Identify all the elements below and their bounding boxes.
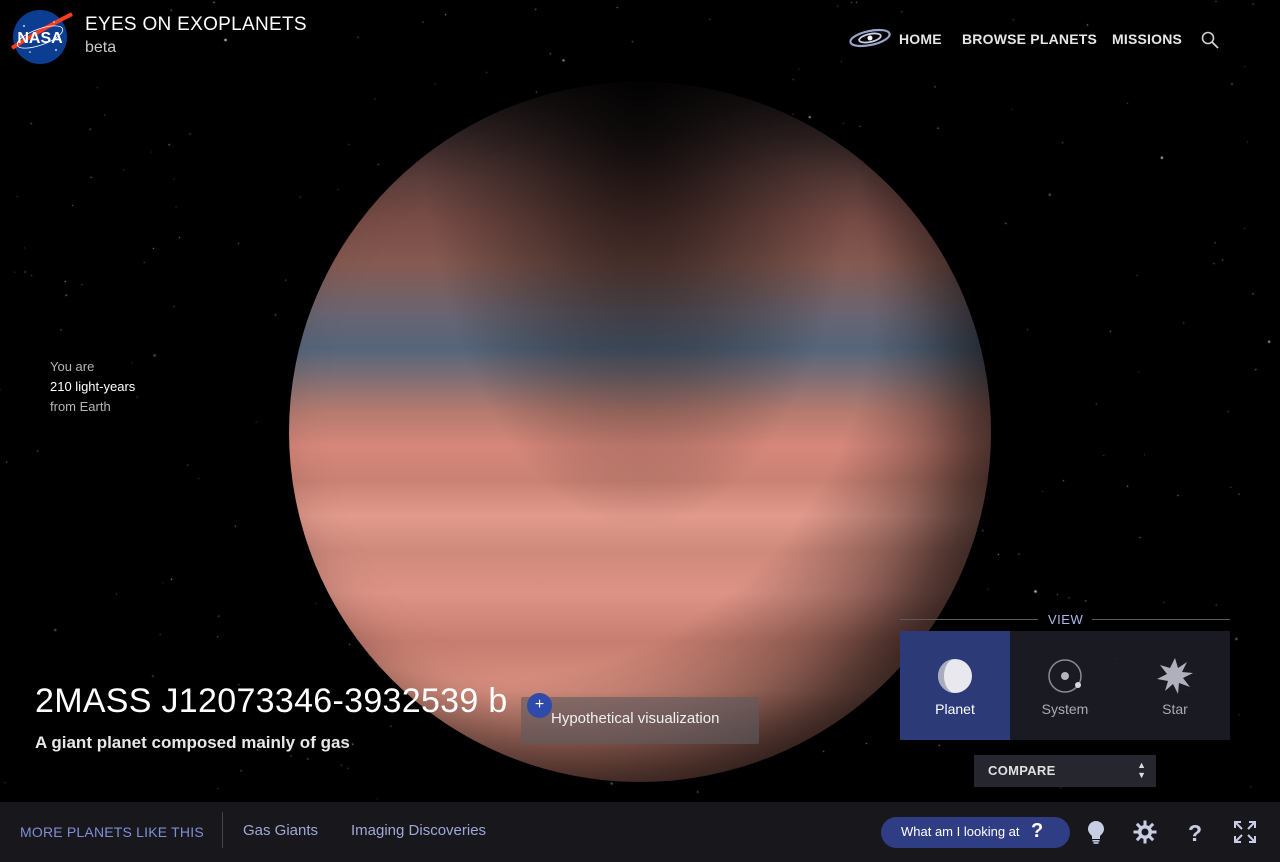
planet-name: 2MASS J12073346-3932539 b (35, 682, 508, 720)
lightbulb-icon[interactable] (1084, 820, 1108, 844)
planet-visualization[interactable] (289, 82, 991, 782)
what-am-i-looking-at-button[interactable]: What am I looking at ? (881, 817, 1070, 848)
category-imaging-discoveries[interactable]: Imaging Discoveries (351, 822, 486, 839)
visualization-note[interactable]: Hypothetical visualization (521, 697, 759, 744)
visualization-note-text: Hypothetical visualization (551, 710, 720, 727)
planet-icon (938, 659, 972, 693)
app-title[interactable]: EYES ON EXOPLANETS (85, 14, 307, 36)
view-divider-right (1092, 619, 1230, 620)
expand-info-button[interactable]: + (527, 693, 552, 718)
svg-text:?: ? (1188, 820, 1202, 844)
gear-icon[interactable] (1133, 820, 1157, 844)
system-icon (1048, 659, 1082, 693)
compare-dropdown[interactable]: COMPARE ▲ ▼ (974, 755, 1156, 787)
fullscreen-icon[interactable] (1233, 820, 1257, 844)
category-gas-giants[interactable]: Gas Giants (243, 822, 318, 839)
what-am-i-looking-at-label: What am I looking at (901, 824, 1020, 839)
help-icon[interactable]: ? (1183, 820, 1207, 844)
distance-value: 210 light-years (50, 379, 136, 394)
view-star-button[interactable]: Star (1120, 631, 1230, 740)
distance-suffix: from Earth (50, 399, 111, 414)
planet-description: A giant planet composed mainly of gas (35, 733, 350, 752)
galaxy-icon[interactable] (848, 26, 892, 50)
view-selector: Planet System Star (900, 631, 1230, 740)
view-divider-left (900, 619, 1038, 620)
bottom-divider (222, 812, 223, 848)
distance-prefix: You are (50, 359, 95, 374)
star-icon (1157, 658, 1193, 694)
compare-label: COMPARE (988, 763, 1056, 778)
view-system-button[interactable]: System (1010, 631, 1120, 740)
view-heading: VIEW (1048, 612, 1084, 627)
dropdown-arrows-icon: ▲ ▼ (1137, 760, 1146, 780)
view-planet-button[interactable]: Planet (900, 631, 1010, 740)
nav-missions[interactable]: MISSIONS (1112, 31, 1182, 47)
view-planet-label: Planet (935, 701, 975, 717)
nasa-logo[interactable]: NASA (10, 8, 74, 66)
app-subtitle: beta (85, 39, 117, 56)
nav-browse-planets[interactable]: BROWSE PLANETS (962, 31, 1097, 47)
more-planets-label: MORE PLANETS LIKE THIS (20, 824, 204, 840)
question-icon: ? (1031, 820, 1044, 842)
search-icon[interactable] (1200, 30, 1220, 50)
svg-text:NASA: NASA (17, 30, 63, 47)
view-system-label: System (1041, 701, 1089, 717)
bottom-bar: MORE PLANETS LIKE THIS Gas Giants Imagin… (0, 802, 1280, 862)
nav-home[interactable]: HOME (899, 31, 942, 47)
view-star-label: Star (1162, 701, 1188, 717)
